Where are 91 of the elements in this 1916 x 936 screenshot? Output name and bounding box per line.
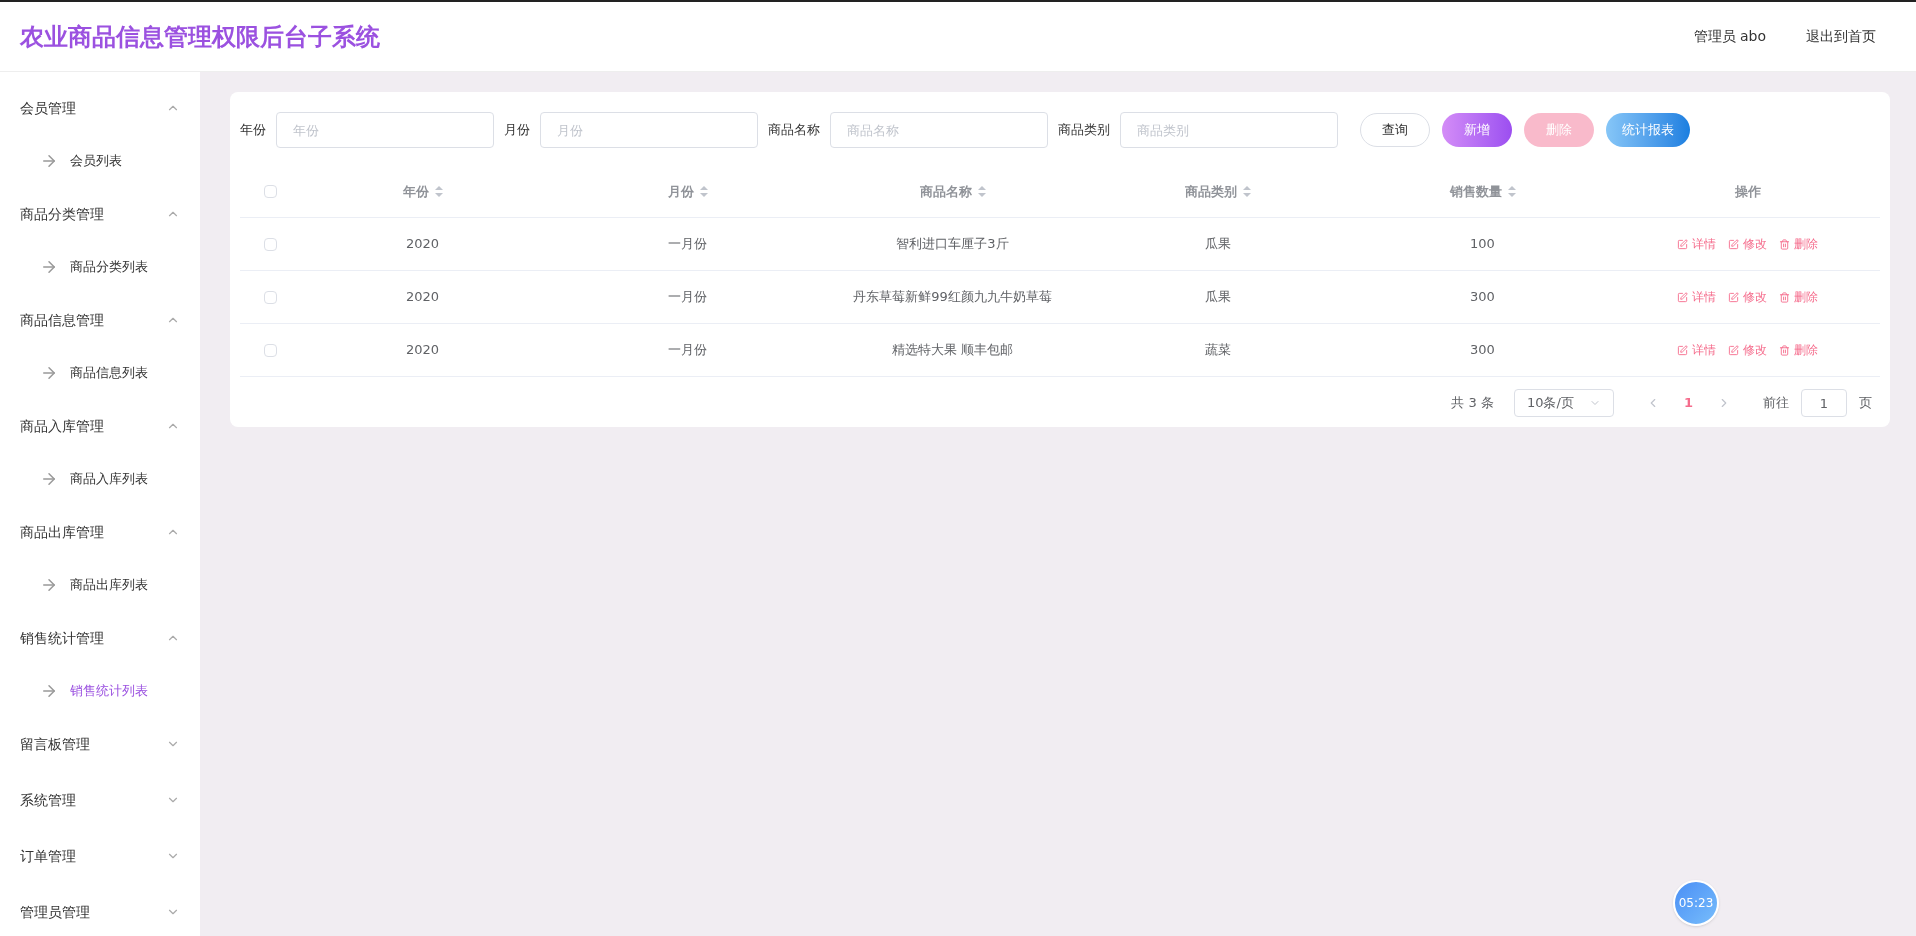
row-checkbox[interactable] bbox=[263, 290, 277, 304]
menu-group[interactable]: 商品入库管理 bbox=[0, 398, 200, 454]
table-cell-text: 一月份 bbox=[668, 288, 707, 307]
row-action-link[interactable]: 修改 bbox=[1728, 235, 1767, 253]
page-number[interactable]: 1 bbox=[1671, 393, 1705, 413]
pen-icon bbox=[1677, 238, 1688, 250]
menu-item[interactable]: 会员列表 bbox=[70, 151, 122, 171]
menu-item[interactable]: 商品入库列表 bbox=[70, 469, 148, 489]
menu-item[interactable]: 销售统计列表 bbox=[70, 681, 148, 701]
sort-icon[interactable] bbox=[977, 186, 986, 197]
sort-icon[interactable] bbox=[1242, 186, 1251, 197]
arrow-right-icon bbox=[40, 682, 58, 700]
menu-item[interactable]: 商品出库列表 bbox=[70, 575, 148, 595]
table-cell-text: 瓜果 bbox=[1204, 288, 1231, 307]
arrow-right-icon bbox=[40, 152, 58, 170]
page-suffix: 页 bbox=[1859, 394, 1872, 413]
sort-icon[interactable] bbox=[434, 186, 443, 197]
arrow-right-icon bbox=[40, 364, 58, 382]
column-header[interactable]: 商品名称 bbox=[919, 181, 972, 202]
table-cell-text: 一月份 bbox=[668, 235, 707, 254]
row-action-link[interactable]: 详情 bbox=[1677, 235, 1716, 253]
filter-field[interactable]: 年份 bbox=[276, 112, 494, 148]
table-cell-text: 蔬菜 bbox=[1204, 341, 1231, 360]
trash-icon bbox=[1779, 344, 1790, 356]
table-cell-text: 300 bbox=[1470, 288, 1495, 307]
filter-field[interactable]: 商品类别 bbox=[1120, 112, 1338, 148]
row-checkbox[interactable] bbox=[263, 237, 277, 251]
row-checkbox[interactable] bbox=[263, 343, 277, 357]
arrow-right-icon bbox=[40, 470, 58, 488]
filter-label: 年份 bbox=[240, 121, 266, 140]
action-button[interactable]: 新增 bbox=[1442, 113, 1512, 147]
column-header: 操作 bbox=[1734, 182, 1761, 201]
arrow-right-icon bbox=[40, 576, 58, 594]
menu-group[interactable]: 商品出库管理 bbox=[0, 504, 200, 560]
sort-icon[interactable] bbox=[1507, 186, 1516, 197]
menu-group[interactable]: 管理员管理 bbox=[0, 884, 200, 936]
goto-label: 前往 bbox=[1763, 394, 1789, 413]
total-count: 共 3 条 bbox=[1451, 394, 1494, 413]
table-cell-text: 一月份 bbox=[668, 341, 707, 360]
action-button[interactable]: 查询 bbox=[1360, 113, 1430, 147]
pen-icon bbox=[1728, 344, 1739, 356]
column-header[interactable]: 年份 bbox=[402, 181, 429, 202]
menu-group[interactable]: 会员管理 bbox=[0, 80, 200, 136]
table-cell-text: 2020 bbox=[405, 341, 440, 360]
page-size-select[interactable]: 10条/页 bbox=[1513, 389, 1614, 417]
menu-group[interactable]: 订单管理 bbox=[0, 828, 200, 884]
column-header[interactable]: 商品类别 bbox=[1184, 181, 1237, 202]
pen-icon bbox=[1728, 238, 1739, 250]
menu-group[interactable]: 商品信息管理 bbox=[0, 292, 200, 348]
sort-icon[interactable] bbox=[699, 186, 708, 197]
exit-link[interactable]: 退出到首页 bbox=[1806, 26, 1876, 47]
table-cell-text: 智利进口车厘子3斤 bbox=[896, 235, 1009, 254]
table-cell-text: 瓜果 bbox=[1204, 235, 1231, 254]
column-header[interactable]: 销售数量 bbox=[1449, 181, 1502, 202]
menu-item[interactable]: 商品分类列表 bbox=[70, 257, 148, 277]
row-action-link[interactable]: 修改 bbox=[1728, 288, 1767, 306]
column-header[interactable]: 月份 bbox=[667, 181, 694, 202]
filter-field[interactable]: 商品名称 bbox=[830, 112, 1048, 148]
table-cell-text: 100 bbox=[1470, 235, 1495, 254]
filter-label: 商品名称 bbox=[768, 121, 820, 140]
menu-group[interactable]: 销售统计管理 bbox=[0, 610, 200, 666]
action-button[interactable]: 统计报表 bbox=[1606, 113, 1690, 147]
menu-group[interactable]: 留言板管理 bbox=[0, 716, 200, 772]
select-all-checkbox[interactable] bbox=[263, 185, 277, 198]
menu-item[interactable]: 商品信息列表 bbox=[70, 363, 148, 383]
pen-icon bbox=[1728, 291, 1739, 303]
pen-icon bbox=[1677, 291, 1688, 303]
menu-group[interactable]: 系统管理 bbox=[0, 772, 200, 828]
table-cell-text: 2020 bbox=[405, 235, 440, 254]
trash-icon bbox=[1779, 238, 1790, 250]
filter-label: 商品类别 bbox=[1058, 121, 1110, 140]
table-cell-text: 丹东草莓新鲜99红颜九九牛奶草莓 bbox=[853, 288, 1052, 307]
app-title: 农业商品信息管理权限后台子系统 bbox=[20, 21, 380, 53]
menu-group[interactable]: 商品分类管理 bbox=[0, 186, 200, 242]
row-action-link[interactable]: 详情 bbox=[1677, 288, 1716, 306]
table-cell-text: 300 bbox=[1470, 341, 1495, 360]
row-action-link[interactable]: 详情 bbox=[1677, 341, 1716, 359]
filter-field[interactable]: 月份 bbox=[540, 112, 758, 148]
row-action-link[interactable]: 删除 bbox=[1779, 288, 1818, 306]
table-cell-text: 2020 bbox=[405, 288, 440, 307]
goto-page-field[interactable]: 1 bbox=[1801, 389, 1847, 417]
filter-label: 月份 bbox=[504, 121, 530, 140]
row-action-link[interactable]: 修改 bbox=[1728, 341, 1767, 359]
trash-icon bbox=[1779, 291, 1790, 303]
arrow-right-icon bbox=[40, 258, 58, 276]
pen-icon bbox=[1677, 344, 1688, 356]
row-action-link[interactable]: 删除 bbox=[1779, 235, 1818, 253]
table-cell-text: 精选特大果 顺丰包邮 bbox=[891, 341, 1014, 360]
user-label: 管理员 abo bbox=[1693, 27, 1766, 46]
row-action-link[interactable]: 删除 bbox=[1779, 341, 1818, 359]
timer-badge[interactable]: 05:23 bbox=[1673, 880, 1719, 926]
